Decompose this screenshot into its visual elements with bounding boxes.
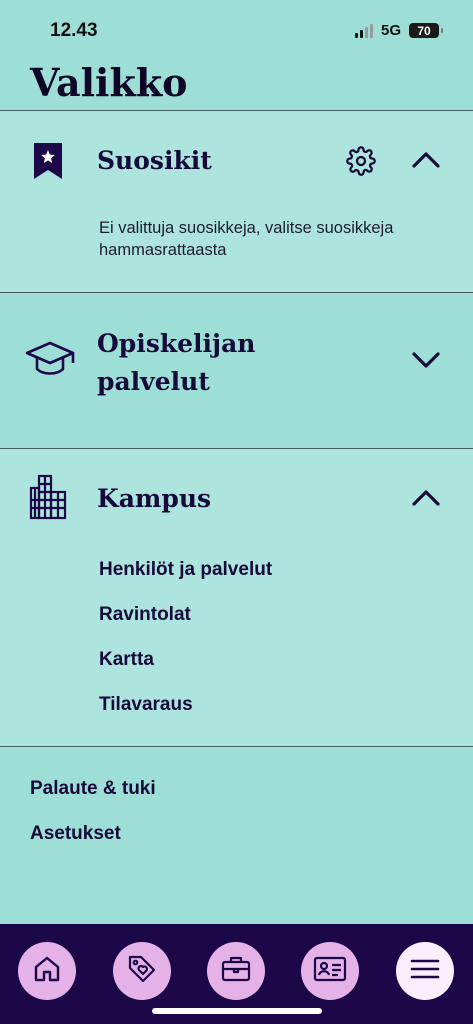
chevron-up-icon[interactable] (411, 488, 441, 508)
home-indicator (152, 1008, 322, 1014)
network-type: 5G (380, 22, 401, 39)
favorites-empty-message: Ei valittuja suosikkeja, valitse suosikk… (99, 219, 394, 259)
divider (0, 746, 473, 747)
campus-title[interactable]: Kampus (97, 480, 211, 518)
tab-menu[interactable] (396, 942, 454, 1000)
status-indicators: 5G 70 (354, 22, 443, 39)
feedback-support-link[interactable]: Palaute & tuki (30, 778, 156, 800)
settings-link[interactable]: Asetukset (30, 823, 121, 845)
tab-services[interactable] (207, 942, 265, 1000)
battery-icon: 70 (409, 23, 443, 38)
tab-offers[interactable] (113, 942, 171, 1000)
student-services-title-line2[interactable]: palvelut (97, 363, 210, 401)
tag-heart-icon (126, 953, 158, 990)
building-icon (24, 473, 72, 521)
id-card-icon (313, 955, 347, 988)
favorites-section: Suosikit Ei valittuja suosikkeja, valits… (0, 110, 473, 293)
battery-level: 70 (417, 23, 431, 38)
campus-item-map[interactable]: Kartta (99, 649, 154, 671)
campus-item-room-booking[interactable]: Tilavaraus (99, 694, 193, 716)
campus-section: Kampus Henkilöt ja palvelut Ravintolat K… (0, 448, 473, 746)
graduation-cap-icon (24, 339, 76, 379)
tab-bar (0, 924, 473, 1024)
menu-icon (410, 957, 440, 986)
campus-item-people-services[interactable]: Henkilöt ja palvelut (99, 559, 272, 581)
page-title: Valikko (30, 60, 188, 105)
campus-item-restaurants[interactable]: Ravintolat (99, 604, 191, 626)
bookmark-star-icon (24, 141, 72, 181)
chevron-down-icon[interactable] (411, 350, 441, 370)
tab-home[interactable] (18, 942, 76, 1000)
chevron-up-icon[interactable] (411, 150, 441, 170)
briefcase-icon (220, 954, 252, 989)
status-time: 12.43 (50, 20, 98, 41)
student-services-section: Opiskelijan palvelut (0, 292, 473, 449)
tab-student-card[interactable] (301, 942, 359, 1000)
student-services-title-line1[interactable]: Opiskelijan (97, 325, 255, 363)
status-bar: 12.43 5G 70 (0, 0, 473, 60)
gear-icon[interactable] (346, 146, 376, 176)
favorites-title[interactable]: Suosikit (97, 142, 212, 180)
home-icon (32, 954, 62, 989)
signal-icon (354, 23, 373, 38)
